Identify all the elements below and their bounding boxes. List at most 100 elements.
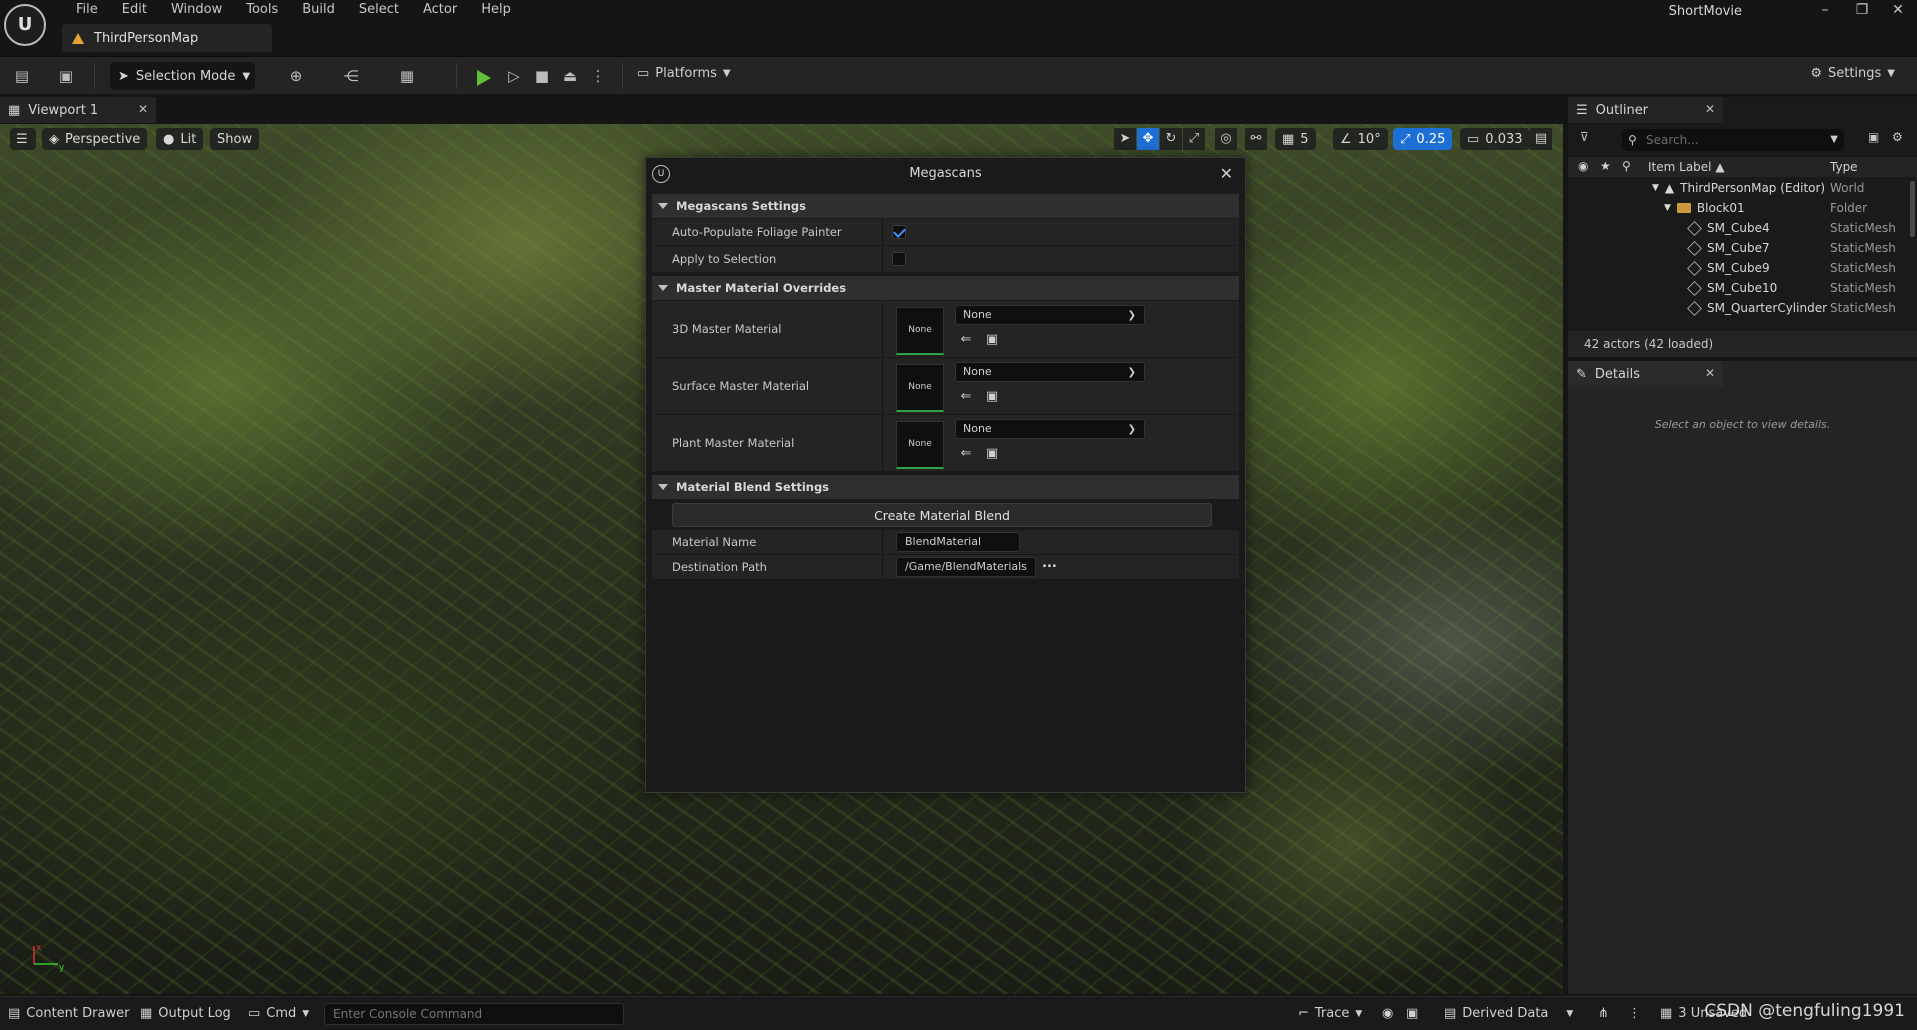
outliner-row-mesh[interactable]: SM_Cube7 StaticMesh (1568, 239, 1908, 259)
3d-master-material-select[interactable]: None ❯ (955, 305, 1145, 325)
rotate-tool-icon[interactable]: ↻ (1160, 128, 1182, 150)
gear-icon[interactable]: ⚙ (1892, 130, 1903, 144)
close-tab-icon[interactable]: ✕ (1705, 102, 1715, 116)
more-options-icon[interactable]: ⋮ (1628, 1006, 1641, 1021)
browse-asset-icon[interactable]: ▣ (984, 332, 1000, 348)
screenshot-icon[interactable]: ▣ (1406, 1006, 1418, 1021)
restore-window-icon[interactable]: ❐ (1847, 0, 1877, 20)
pin-icon[interactable]: ⚲ (1622, 159, 1631, 173)
rotation-snap-button[interactable]: ∠ 10° (1333, 128, 1388, 150)
selection-mode-dropdown[interactable]: ➤ Selection Mode ▼ (110, 62, 255, 90)
select-tool-icon[interactable]: ➤ (1114, 128, 1136, 150)
browse-content-icon[interactable]: ▣ (56, 66, 76, 86)
item-label-column[interactable]: Item Label ▲ (1648, 160, 1725, 174)
more-options-icon[interactable]: ⋮ (588, 66, 608, 86)
menu-tools[interactable]: Tools (234, 0, 290, 20)
browse-asset-icon[interactable]: ▣ (984, 446, 1000, 462)
close-window-icon[interactable]: ✕ (1883, 0, 1913, 20)
material-thumbnail[interactable]: None (896, 364, 944, 412)
use-selected-icon[interactable]: ⇐ (958, 446, 974, 462)
menu-edit[interactable]: Edit (110, 0, 159, 20)
blueprint-icon[interactable]: ⋲ (341, 66, 361, 86)
expand-chevron-icon[interactable]: ▼ (1664, 203, 1671, 213)
perspective-button[interactable]: ◈ Perspective (42, 128, 148, 150)
outliner-row-mesh[interactable]: SM_Cube4 StaticMesh (1568, 219, 1908, 239)
menu-actor[interactable]: Actor (411, 0, 469, 20)
viewport-tab[interactable]: ▦ Viewport 1 ✕ (0, 97, 156, 123)
search-placeholder: Search... (1646, 133, 1699, 147)
expand-chevron-icon[interactable]: ▼ (1652, 183, 1659, 193)
unreal-logo-icon[interactable]: U (4, 4, 46, 46)
use-selected-icon[interactable]: ⇐ (958, 332, 974, 348)
material-thumbnail[interactable]: None (896, 421, 944, 469)
close-tab-icon[interactable]: ✕ (138, 102, 148, 116)
menu-window[interactable]: Window (159, 0, 234, 20)
hamburger-menu-icon[interactable]: ☰ (10, 128, 36, 150)
use-selected-icon[interactable]: ⇐ (958, 389, 974, 405)
menu-help[interactable]: Help (469, 0, 523, 20)
type-column[interactable]: Type (1830, 160, 1858, 174)
details-tab[interactable]: ✎ Details ✕ (1568, 361, 1723, 387)
layout-icon[interactable]: ▤ (1530, 128, 1552, 150)
plant-master-material-select[interactable]: None ❯ (955, 419, 1145, 439)
menu-file[interactable]: File (64, 0, 110, 20)
create-material-blend-button[interactable]: Create Material Blend (672, 503, 1212, 527)
output-log-button[interactable]: ▦ Output Log (140, 1006, 231, 1021)
eject-icon[interactable]: ⏏ (560, 66, 580, 86)
menu-build[interactable]: Build (290, 0, 347, 20)
play-icon[interactable] (477, 70, 491, 86)
section-material-blend-settings[interactable]: Material Blend Settings (652, 475, 1239, 499)
cmd-dropdown[interactable]: ▭ Cmd ▼ (248, 1006, 309, 1021)
add-actor-icon[interactable]: ⊕ (286, 66, 306, 86)
star-icon[interactable]: ★ (1600, 159, 1611, 173)
outliner-search-input[interactable]: ⚲ Search... ▼ (1622, 129, 1844, 151)
console-command-input[interactable] (324, 1003, 624, 1025)
record-icon[interactable]: ◉ (1382, 1006, 1393, 1021)
section-master-material-overrides[interactable]: Master Material Overrides (652, 276, 1239, 300)
close-tab-icon[interactable]: ✕ (1705, 366, 1715, 380)
filter-icon[interactable]: ⊽ (1580, 130, 1589, 144)
apply-selection-checkbox[interactable] (892, 252, 906, 266)
translate-tool-icon[interactable]: ✥ (1137, 128, 1159, 150)
lit-button[interactable]: ● Lit (156, 128, 204, 150)
scale-tool-icon[interactable]: ⤢ (1183, 128, 1205, 150)
section-megascans-settings[interactable]: Megascans Settings (652, 194, 1239, 218)
world-space-icon[interactable]: ◎ (1215, 128, 1237, 150)
camera-speed-button[interactable]: ▭ 0.033 (1460, 128, 1530, 150)
close-icon[interactable]: ✕ (1220, 158, 1233, 190)
stop-icon[interactable]: ■ (532, 66, 552, 86)
menu-select[interactable]: Select (347, 0, 411, 20)
trace-icon: ⌐ (1298, 1006, 1309, 1021)
add-folder-icon[interactable]: ▣ (1868, 130, 1879, 144)
scale-snap-button[interactable]: ⤢ 0.25 (1393, 128, 1453, 150)
material-thumbnail[interactable]: None (896, 307, 944, 355)
grid-snap-button[interactable]: ▦ 5 (1275, 128, 1316, 150)
outliner-tab[interactable]: ☰ Outliner ✕ (1568, 97, 1723, 123)
show-button[interactable]: Show (210, 128, 260, 150)
browse-asset-icon[interactable]: ▣ (984, 389, 1000, 405)
outliner-row-mesh[interactable]: SM_QuarterCylinder StaticMesh (1568, 299, 1908, 319)
cinematics-icon[interactable]: ▦ (397, 66, 417, 86)
outliner-row-folder[interactable]: ▼ Block01 Folder (1568, 199, 1908, 219)
source-control-icon[interactable]: ⋔ (1598, 1006, 1609, 1021)
surface-master-material-select[interactable]: None ❯ (955, 362, 1145, 382)
outliner-row-mesh[interactable]: SM_Cube9 StaticMesh (1568, 259, 1908, 279)
browse-path-button[interactable]: ... (1042, 556, 1057, 571)
destination-path-field[interactable]: /Game/BlendMaterials (896, 557, 1036, 577)
settings-dropdown[interactable]: ⚙ Settings ▼ (1810, 66, 1895, 81)
document-tab-thirdpersonmap[interactable]: ThirdPersonMap (62, 24, 272, 52)
minimize-window-icon[interactable]: – (1810, 0, 1840, 20)
auto-populate-checkbox[interactable] (892, 225, 906, 239)
material-name-field[interactable]: BlendMaterial (896, 532, 1020, 552)
derived-data-dropdown[interactable]: ▤ Derived Data ▼ (1444, 1006, 1573, 1021)
outliner-row-mesh[interactable]: SM_Cube10 StaticMesh (1568, 279, 1908, 299)
outliner-scrollbar[interactable] (1910, 181, 1915, 237)
outliner-row-world[interactable]: ▼ ▲ ThirdPersonMap (Editor) World (1568, 179, 1908, 199)
visibility-icon[interactable]: ◉ (1578, 159, 1588, 173)
content-drawer-button[interactable]: ▤ Content Drawer (8, 1006, 129, 1021)
trace-dropdown[interactable]: ⌐ Trace ▼ (1298, 1006, 1362, 1021)
surface-snap-icon[interactable]: ⚯ (1245, 128, 1267, 150)
step-icon[interactable]: ▷ (504, 66, 524, 86)
save-icon[interactable]: ▤ (12, 66, 32, 86)
platforms-dropdown[interactable]: ▭ Platforms ▼ (637, 66, 731, 81)
